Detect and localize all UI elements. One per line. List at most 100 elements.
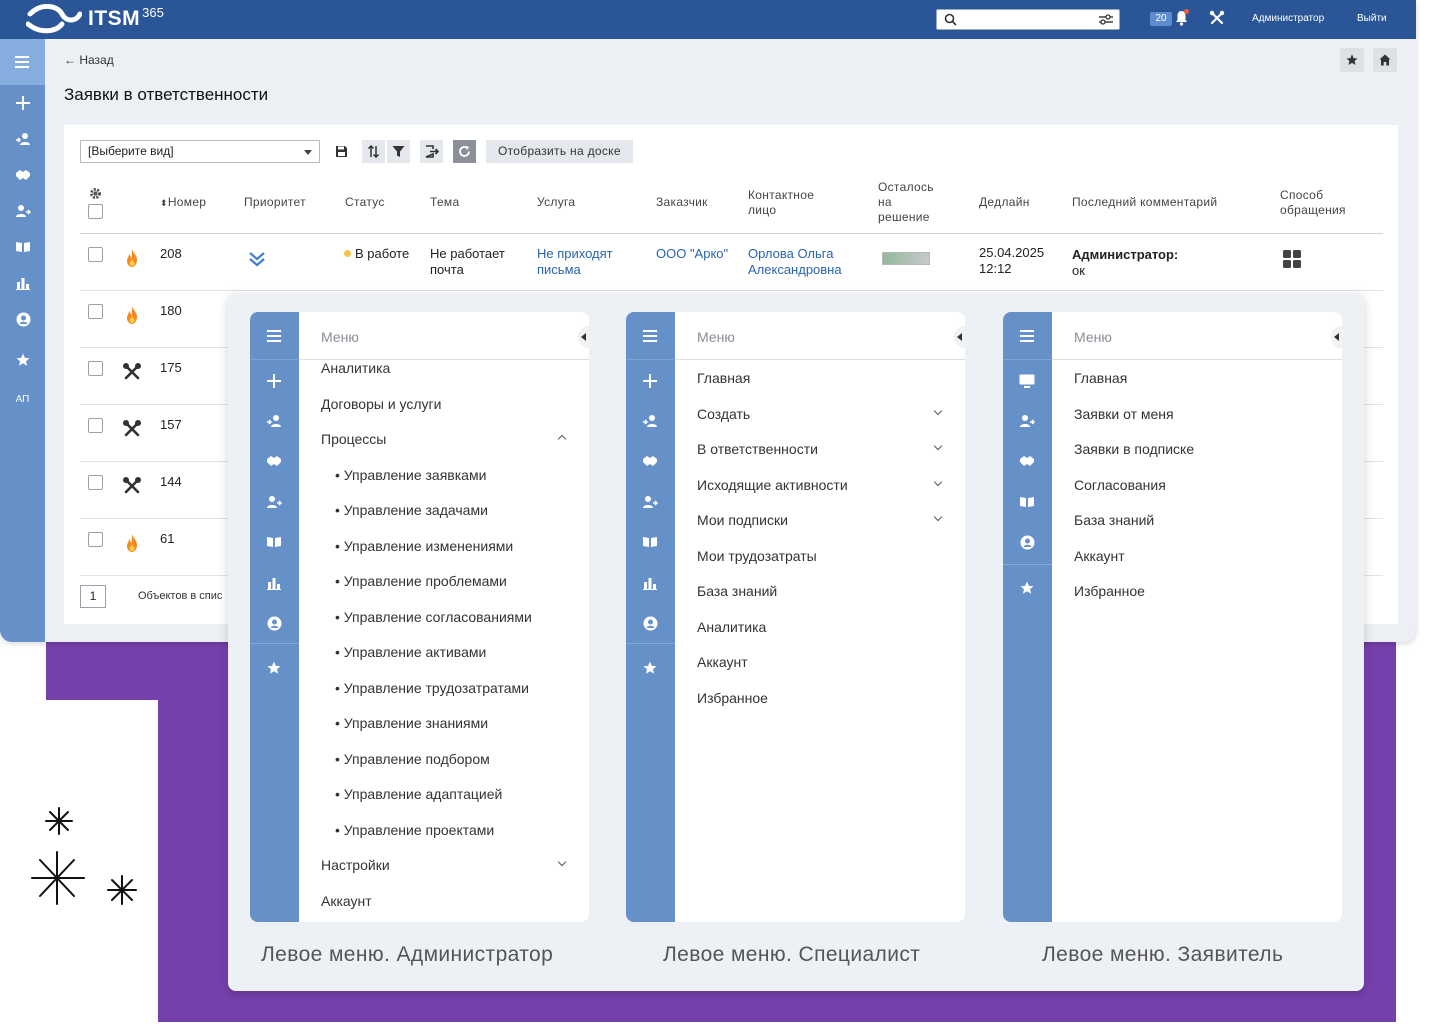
plus-icon[interactable] — [14, 94, 32, 112]
bar-chart-icon[interactable] — [641, 574, 659, 592]
row-checkbox[interactable] — [88, 304, 103, 319]
menu-item-account[interactable]: Аккаунт — [321, 893, 372, 909]
book-icon[interactable] — [1018, 493, 1036, 511]
menu-item-knowledge-base[interactable]: База знаний — [1074, 512, 1154, 528]
monitor-icon[interactable] — [1018, 372, 1036, 390]
row-checkbox[interactable] — [88, 361, 103, 376]
logo[interactable]: ITSM 365 — [26, 4, 164, 34]
chevron-down-icon[interactable] — [933, 477, 943, 487]
notifications-count-badge[interactable]: 20 — [1150, 12, 1172, 26]
row-contact-link[interactable]: Орлова Ольга Александровна — [748, 246, 842, 278]
row-number[interactable]: 180 — [160, 303, 182, 319]
row-number[interactable]: 157 — [160, 417, 182, 433]
row-number[interactable]: 208 — [160, 246, 182, 262]
column-header-status[interactable]: Статус — [345, 195, 385, 210]
user-incoming-icon[interactable] — [265, 412, 283, 430]
sidebar-user-initials[interactable]: АП — [0, 394, 45, 405]
handshake-icon[interactable] — [14, 166, 32, 184]
menu-item-settings[interactable]: Настройки — [321, 857, 390, 873]
row-number[interactable]: 144 — [160, 474, 182, 490]
menu-subitem-assets[interactable]: • Управление активами — [335, 644, 486, 660]
row-checkbox[interactable] — [88, 532, 103, 547]
menu-item-analytics[interactable]: Аналитика — [321, 360, 390, 376]
collapse-menu-button[interactable] — [578, 326, 589, 348]
user-outgoing-icon[interactable] — [265, 493, 283, 511]
book-icon[interactable] — [641, 533, 659, 551]
menu-toggle-button[interactable] — [626, 312, 675, 360]
menu-subitem-knowledge[interactable]: • Управление знаниями — [335, 715, 488, 731]
row-checkbox[interactable] — [88, 247, 103, 262]
menu-item-favorites[interactable]: Избранное — [697, 690, 768, 706]
handshake-icon[interactable] — [265, 452, 283, 470]
book-icon[interactable] — [14, 238, 32, 256]
refresh-button[interactable] — [453, 140, 476, 163]
menu-item-labor[interactable]: Мои трудозатраты — [697, 548, 817, 564]
menu-item-my-requests[interactable]: Заявки от меня — [1074, 406, 1174, 422]
menu-subitem-tasks[interactable]: • Управление задачами — [335, 502, 488, 518]
menu-item-approvals[interactable]: Согласования — [1074, 477, 1166, 493]
menu-subitem-problems[interactable]: • Управление проблемами — [335, 573, 507, 589]
tools-icon[interactable] — [1209, 10, 1225, 26]
menu-item-create[interactable]: Создать — [697, 406, 750, 422]
export-button[interactable] — [420, 140, 443, 163]
menu-item-home[interactable]: Главная — [1074, 370, 1127, 386]
home-button[interactable] — [1373, 48, 1397, 72]
book-icon[interactable] — [265, 533, 283, 551]
account-circle-icon[interactable] — [641, 614, 659, 632]
back-link[interactable]: ← Назад — [64, 53, 114, 67]
chevron-down-icon[interactable] — [933, 406, 943, 416]
handshake-icon[interactable] — [641, 452, 659, 470]
account-circle-icon[interactable] — [1018, 533, 1036, 551]
search-input[interactable] — [936, 9, 1120, 30]
favorite-button[interactable] — [1340, 48, 1364, 72]
user-menu-link[interactable]: Администратор — [1252, 13, 1324, 24]
user-outgoing-icon[interactable] — [1018, 412, 1036, 430]
row-checkbox[interactable] — [88, 475, 103, 490]
menu-toggle-button[interactable] — [250, 312, 299, 360]
select-all-checkbox[interactable] — [88, 204, 103, 219]
save-view-button[interactable] — [330, 140, 353, 163]
row-number[interactable]: 61 — [160, 531, 174, 547]
logout-link[interactable]: Выйти — [1357, 13, 1387, 24]
show-on-board-button[interactable]: Отобразить на доске — [486, 140, 633, 163]
user-outgoing-icon[interactable] — [14, 202, 32, 220]
menu-subitem-onboarding[interactable]: • Управление адаптацией — [335, 786, 502, 802]
menu-toggle-button[interactable] — [1003, 312, 1052, 360]
plus-icon[interactable] — [265, 372, 283, 390]
menu-item-subscriptions[interactable]: Мои подписки — [697, 512, 788, 528]
menu-item-analytics[interactable]: Аналитика — [697, 619, 766, 635]
column-header-subject[interactable]: Тема — [430, 195, 459, 210]
menu-item-home[interactable]: Главная — [697, 370, 750, 386]
row-service-link[interactable]: Не приходят письма — [537, 246, 613, 278]
user-outgoing-icon[interactable] — [641, 493, 659, 511]
chevron-down-icon[interactable] — [933, 512, 943, 522]
menu-item-account[interactable]: Аккаунт — [697, 654, 748, 670]
chevron-down-icon[interactable] — [933, 441, 943, 451]
menu-item-responsible[interactable]: В ответственности — [697, 441, 818, 457]
menu-item-knowledge-base[interactable]: База знаний — [697, 583, 777, 599]
menu-item-outgoing[interactable]: Исходящие активности — [697, 477, 848, 493]
row-checkbox[interactable] — [88, 418, 103, 433]
sort-button[interactable] — [362, 140, 385, 163]
star-icon[interactable] — [14, 351, 32, 369]
column-header-deadline[interactable]: Дедлайн — [979, 195, 1030, 210]
menu-item-processes[interactable]: Процессы — [321, 431, 386, 447]
column-header-remaining[interactable]: Осталось на решение — [878, 180, 934, 225]
column-header-customer[interactable]: Заказчик — [656, 195, 708, 210]
column-header-last-comment[interactable]: Последний комментарий — [1072, 195, 1217, 210]
view-select[interactable]: [Выберите вид] — [80, 140, 320, 163]
plus-icon[interactable] — [641, 372, 659, 390]
page-number-input[interactable]: 1 — [80, 585, 106, 608]
row-number[interactable]: 175 — [160, 360, 182, 376]
menu-item-subscribed-requests[interactable]: Заявки в подписке — [1074, 441, 1194, 457]
account-circle-icon[interactable] — [265, 614, 283, 632]
star-icon[interactable] — [265, 659, 283, 677]
account-circle-icon[interactable] — [14, 310, 32, 328]
filter-sliders-icon[interactable] — [1098, 13, 1114, 26]
menu-subitem-requests[interactable]: • Управление заявками — [335, 467, 486, 483]
column-header-number[interactable]: ⬍Номер — [160, 195, 206, 211]
column-header-contact[interactable]: Контактное лицо — [748, 188, 814, 218]
collapse-menu-button[interactable] — [1331, 326, 1342, 348]
bar-chart-icon[interactable] — [14, 274, 32, 292]
menu-subitem-recruiting[interactable]: • Управление подбором — [335, 751, 490, 767]
